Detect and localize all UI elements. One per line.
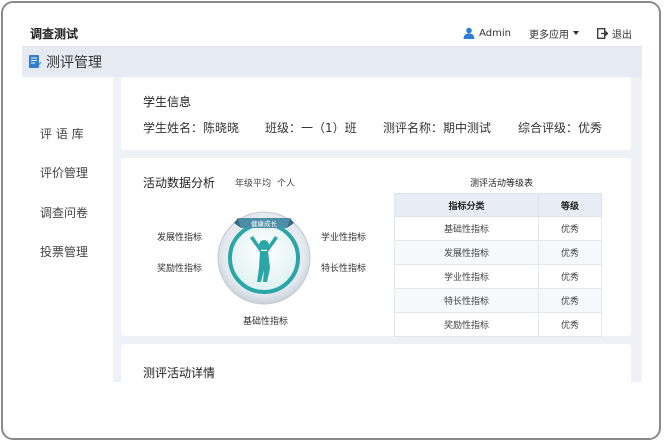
row-level: 优秀 <box>537 264 603 289</box>
sidebar-item-comments[interactable]: 评 语 库 <box>40 125 84 142</box>
top-bar: 调查测试 Admin 更多应用 退出 <box>22 20 642 47</box>
analysis-title: 活动数据分析 <box>143 176 216 190</box>
row-level: 优秀 <box>537 216 603 241</box>
row-category: 发展性指标 <box>394 240 539 265</box>
row-category: 学业性指标 <box>394 264 539 289</box>
logout-icon <box>597 27 608 39</box>
app-screen: 调查测试 Admin 更多应用 退出 测评管理 评 语 库 评价管理 调查问卷 … <box>22 20 642 382</box>
student-info-card: 学生信息 学生姓名：陈晓晓 班级：一（1）班 测评名称：期中测试 综合评级：优秀 <box>121 77 631 150</box>
row-category: 特长性指标 <box>394 288 539 313</box>
table-header-row: 指标分类 等级 <box>394 193 603 217</box>
user-name: Admin <box>479 27 511 39</box>
grade-table: 指标分类 等级 基础性指标 优秀 发展性指标 优秀 学业性指标 优秀 特长性指标… <box>394 193 603 337</box>
analysis-tabs: 年级平均 个人 <box>235 176 295 189</box>
user-icon <box>463 27 475 39</box>
details-card: 测评活动详情 <box>121 344 631 382</box>
logout-button[interactable]: 退出 <box>597 26 632 41</box>
sidebar-item-evaluation[interactable]: 评价管理 <box>40 164 88 181</box>
row-level: 优秀 <box>537 312 603 337</box>
header-level: 等级 <box>537 193 603 217</box>
table-row: 学业性指标 优秀 <box>394 264 603 289</box>
header-category: 指标分类 <box>394 193 539 217</box>
details-title: 测评活动详情 <box>143 366 216 380</box>
emblem-ribbon-text: 健康成长 <box>251 219 278 228</box>
user-menu[interactable]: Admin <box>463 27 511 39</box>
table-row: 基础性指标 优秀 <box>394 216 603 241</box>
row-level: 优秀 <box>537 240 603 265</box>
sidebar-item-voting[interactable]: 投票管理 <box>40 243 88 260</box>
row-category: 奖励性指标 <box>394 312 539 337</box>
more-apps-dropdown[interactable]: 更多应用 <box>529 26 579 41</box>
more-apps-label: 更多应用 <box>529 29 569 41</box>
sub-header: 测评管理 <box>22 47 642 77</box>
indicator-reward: 奖励性指标 <box>157 264 203 274</box>
indicator-development: 发展性指标 <box>157 233 203 243</box>
logout-label: 退出 <box>612 29 632 41</box>
tab-individual[interactable]: 个人 <box>277 176 295 189</box>
overall-grade: 综合评级：优秀 <box>518 121 603 135</box>
top-nav: Admin 更多应用 退出 <box>445 20 632 46</box>
analysis-card: 活动数据分析 年级平均 个人 发展性指标 奖励性指标 学业性指标 特长性指标 基… <box>121 158 631 337</box>
document-edit-icon <box>29 55 41 68</box>
indicator-basic: 基础性指标 <box>243 317 289 327</box>
indicator-talent: 特长性指标 <box>321 264 367 274</box>
student-class: 班级：一（1）班 <box>265 121 357 135</box>
growth-emblem: 健康成长 <box>217 211 311 305</box>
app-title: 调查测试 <box>30 27 79 41</box>
table-row: 特长性指标 优秀 <box>394 288 603 313</box>
student-info-title: 学生信息 <box>143 95 192 109</box>
sidebar-item-survey[interactable]: 调查问卷 <box>40 204 88 221</box>
tab-grade-average[interactable]: 年级平均 <box>235 176 271 189</box>
table-row: 奖励性指标 优秀 <box>394 312 603 337</box>
row-level: 优秀 <box>537 288 603 313</box>
row-category: 基础性指标 <box>394 216 539 241</box>
test-name: 测评名称：期中测试 <box>383 121 492 135</box>
student-name: 学生姓名：陈晓晓 <box>143 121 240 135</box>
sidebar: 评 语 库 评价管理 调查问卷 投票管理 <box>22 77 113 382</box>
table-row: 发展性指标 优秀 <box>394 240 603 265</box>
grade-table-caption: 测评活动等级表 <box>470 179 534 189</box>
page-title: 测评管理 <box>46 55 102 71</box>
device-frame: 调查测试 Admin 更多应用 退出 测评管理 评 语 库 评价管理 调查问卷 … <box>1 1 661 440</box>
indicator-academic: 学业性指标 <box>321 233 367 243</box>
chevron-down-icon <box>573 31 579 35</box>
